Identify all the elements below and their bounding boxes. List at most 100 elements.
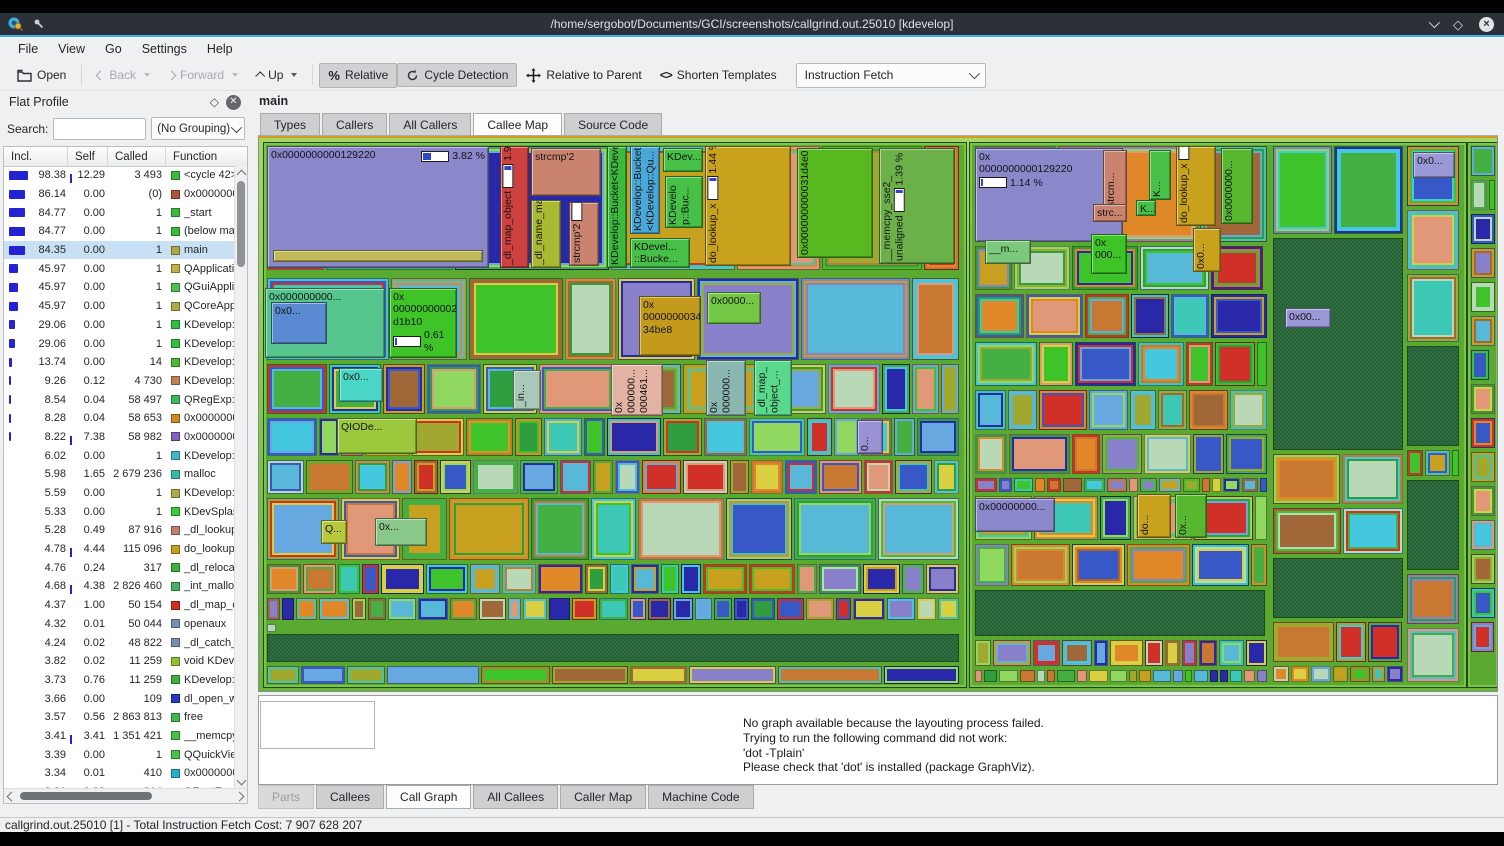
- treemap-tile[interactable]: [1009, 434, 1070, 474]
- treemap-tile[interactable]: [1255, 496, 1267, 540]
- treemap-tile[interactable]: [1260, 478, 1267, 492]
- table-row[interactable]: 5.280.4987 916_dl_lookup: [4, 521, 235, 540]
- treemap-tile[interactable]: [347, 666, 385, 684]
- treemap-cell[interactable]: K...: [1136, 200, 1156, 216]
- table-row[interactable]: 29.060.001KDevelop::: [4, 316, 235, 335]
- treemap-tile[interactable]: [751, 598, 775, 620]
- treemap-tile[interactable]: [1489, 180, 1495, 210]
- treemap-tile[interactable]: [1145, 640, 1163, 666]
- treemap-tile[interactable]: [303, 564, 336, 594]
- treemap-tile[interactable]: [1033, 640, 1060, 666]
- treemap-cell[interactable]: KDevel...::Bucke...: [630, 238, 690, 268]
- treemap-tile[interactable]: [1273, 666, 1289, 682]
- treemap-cell[interactable]: strc...: [1093, 204, 1127, 222]
- table-row[interactable]: 3.660.00109dl_open_w: [4, 689, 235, 708]
- treemap-tile[interactable]: [267, 624, 276, 632]
- cycle-detection-toggle-button[interactable]: Cycle Detection: [397, 63, 517, 87]
- treemap-tile[interactable]: [630, 666, 687, 684]
- treemap-tile[interactable]: [975, 544, 1009, 586]
- treemap-tile[interactable]: [1085, 294, 1129, 338]
- forward-button[interactable]: Forward: [159, 63, 247, 87]
- table-row[interactable]: 4.371.0050 154_dl_map_o: [4, 596, 235, 615]
- treemap-tile[interactable]: [1077, 670, 1087, 682]
- treemap-tile[interactable]: [1471, 452, 1495, 482]
- treemap-tile[interactable]: [473, 460, 518, 494]
- treemap-tile[interactable]: [1407, 450, 1423, 476]
- open-button[interactable]: Open: [8, 63, 75, 87]
- treemap-tile[interactable]: [539, 364, 616, 414]
- dock-header[interactable]: Flat Profile ◇ ✕: [2, 91, 248, 113]
- treemap-tile[interactable]: [1186, 342, 1213, 386]
- table-row[interactable]: 3.570.562 863 813free: [4, 708, 235, 727]
- treemap-tile[interactable]: [1110, 670, 1127, 682]
- table-row[interactable]: 8.227.3858 9820x0000000: [4, 428, 235, 447]
- up-button[interactable]: Up: [247, 63, 306, 87]
- menu-item-view[interactable]: View: [48, 39, 95, 59]
- table-row[interactable]: 5.330.001KDevSplas: [4, 502, 235, 521]
- tab-caller-map[interactable]: Caller Map: [560, 785, 646, 809]
- treemap-tile[interactable]: [418, 598, 448, 620]
- minimize-icon[interactable]: [1429, 17, 1440, 28]
- treemap-tile[interactable]: [1471, 248, 1495, 278]
- treemap-tile[interactable]: [412, 418, 464, 456]
- treemap-tile[interactable]: [801, 278, 910, 360]
- treemap-tile[interactable]: [1336, 622, 1366, 662]
- treemap-tile[interactable]: [917, 598, 936, 620]
- table-row[interactable]: 4.784.44115 096do_lookup: [4, 540, 235, 559]
- table-row[interactable]: 84.350.001main: [4, 241, 235, 260]
- treemap-tile[interactable]: [520, 460, 558, 494]
- treemap-tile[interactable]: [1343, 508, 1403, 554]
- treemap-tile[interactable]: [1350, 666, 1370, 682]
- treemap-tile[interactable]: [917, 418, 959, 456]
- table-row[interactable]: 13.740.0014KDevelop::: [4, 353, 235, 372]
- treemap-tile[interactable]: [1471, 486, 1495, 516]
- treemap-tile[interactable]: [926, 564, 959, 594]
- treemap-tile[interactable]: [1246, 640, 1267, 666]
- treemap-tile[interactable]: [689, 666, 776, 684]
- maximize-icon[interactable]: ◇: [1453, 18, 1463, 31]
- tab-callees[interactable]: Callees: [316, 785, 384, 809]
- treemap-tile[interactable]: [1471, 384, 1495, 414]
- treemap-tile[interactable]: [1219, 640, 1244, 666]
- treemap-tile[interactable]: [362, 564, 379, 594]
- menu-item-go[interactable]: Go: [95, 39, 132, 59]
- treemap-cell[interactable]: 0x...: [1175, 494, 1207, 538]
- treemap-tile[interactable]: [1244, 670, 1255, 682]
- treemap-tile[interactable]: [834, 418, 859, 456]
- titlebar[interactable]: /home/sergobot/Documents/GCI/screenshots…: [0, 13, 1504, 35]
- treemap-tile[interactable]: [828, 364, 880, 414]
- menu-item-settings[interactable]: Settings: [132, 39, 197, 59]
- treemap-tile[interactable]: [267, 564, 301, 594]
- treemap-tile[interactable]: [1107, 478, 1127, 492]
- scroll-left-icon[interactable]: [7, 792, 17, 802]
- table-row[interactable]: 84.770.001(below mai: [4, 222, 235, 241]
- treemap-tile[interactable]: [1138, 342, 1184, 386]
- treemap-tile[interactable]: [593, 460, 613, 494]
- treemap-tile[interactable]: [531, 498, 589, 560]
- treemap-tile[interactable]: [267, 364, 327, 414]
- event-type-combobox[interactable]: Instruction Fetch: [796, 63, 986, 88]
- treemap-tile[interactable]: [1183, 478, 1200, 492]
- treemap-tile[interactable]: [1139, 670, 1151, 682]
- treemap-cell[interactable]: KDevelop::Bucket<KDevelop::Qu...: [630, 146, 660, 234]
- table-row[interactable]: 86.140.00(0)0x0000000: [4, 185, 235, 204]
- treemap-tile[interactable]: [703, 564, 747, 594]
- treemap-tile[interactable]: [734, 598, 749, 620]
- treemap-tile[interactable]: [1333, 666, 1348, 682]
- treemap-tile[interactable]: [726, 498, 792, 560]
- tab-all-callees[interactable]: All Callees: [473, 785, 558, 809]
- treemap-tile[interactable]: [1251, 544, 1267, 586]
- treemap-cell[interactable]: strcmp'2: [531, 148, 601, 196]
- treemap-tile[interactable]: [1471, 418, 1495, 448]
- treemap-tile[interactable]: [466, 418, 513, 456]
- treemap-tile[interactable]: [381, 564, 424, 594]
- treemap-tile[interactable]: [882, 364, 910, 414]
- treemap-tile[interactable]: [1471, 146, 1495, 176]
- treemap-tile[interactable]: [1226, 434, 1267, 474]
- treemap-tile[interactable]: [1035, 478, 1045, 492]
- treemap-cell[interactable]: _dl_map_object_...: [754, 360, 792, 416]
- scroll-down-icon[interactable]: [237, 776, 247, 786]
- treemap-cell[interactable]: 0x00000000002d1b100.61 %: [389, 288, 457, 358]
- search-input[interactable]: [53, 118, 146, 140]
- treemap-tile[interactable]: [648, 598, 671, 620]
